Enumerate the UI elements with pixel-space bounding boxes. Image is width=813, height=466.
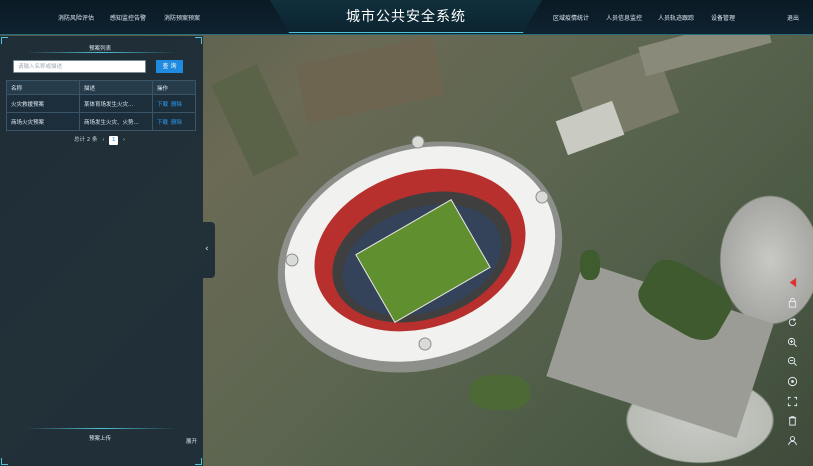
cell-ops: 下载 删除 xyxy=(152,94,196,113)
nav-item-fire-plan[interactable]: 消防预案预案 xyxy=(164,13,200,22)
plan-panel: 预案列表 查 询 名称 描述 操作 火灾救援预案 某体育场发生火灾... 下载删… xyxy=(0,36,203,466)
col-header-name: 名称 xyxy=(6,80,80,95)
cell-desc: 某体育场发生火灾... xyxy=(79,94,153,113)
map-block xyxy=(580,250,600,280)
col-header-desc: 描述 xyxy=(79,80,153,95)
search-button[interactable]: 查 询 xyxy=(156,60,183,73)
nav-item-trajectory[interactable]: 人员轨迹跟踪 xyxy=(658,13,694,22)
panel-title: 预案列表 xyxy=(88,46,111,52)
frame-corner xyxy=(195,37,202,44)
refresh-icon[interactable] xyxy=(784,314,800,330)
map-block xyxy=(295,36,445,124)
cell-desc: 商场发生火灾、火势... xyxy=(79,112,153,131)
col-header-ops: 操作 xyxy=(152,80,196,95)
delete-link[interactable]: 删除 xyxy=(171,120,182,126)
download-link[interactable]: 下载 xyxy=(157,102,168,108)
upload-section-title: 预案上传 xyxy=(88,436,111,442)
nav-item-sensor-alert[interactable]: 感知监控告警 xyxy=(110,13,146,22)
pagination: 总计 2 条 ‹ 1 › xyxy=(74,135,128,145)
target-icon[interactable] xyxy=(784,373,800,389)
cell-name: 火灾救援预案 xyxy=(6,94,80,113)
alert-icon[interactable] xyxy=(784,274,800,290)
nav-item-person-monitor[interactable]: 人员信息监控 xyxy=(606,13,642,22)
zoom-in-icon[interactable] xyxy=(784,334,800,350)
nav-item-epidemic-stats[interactable]: 区域疫情统计 xyxy=(553,13,589,22)
zoom-out-icon[interactable] xyxy=(784,353,800,369)
chevron-left-icon: ‹ xyxy=(205,244,209,254)
stadium-graphic[interactable] xyxy=(270,132,570,377)
download-link[interactable]: 下载 xyxy=(157,120,168,126)
panel-collapse-tab[interactable]: ‹ xyxy=(203,222,215,278)
nav-item-fire-risk[interactable]: 消防风险评估 xyxy=(58,13,94,22)
total-count: 总计 2 条 xyxy=(74,137,98,143)
lock-icon[interactable] xyxy=(784,294,800,310)
fullscreen-icon[interactable] xyxy=(784,393,800,409)
expand-link[interactable]: 展开 xyxy=(186,437,197,445)
top-header: 消防风险评估 感知监控告警 消防预案预案 城市公共安全系统 区域疫情统计 人员信… xyxy=(0,0,813,35)
frame-corner xyxy=(1,458,8,465)
frame-corner xyxy=(1,37,8,44)
current-page[interactable]: 1 xyxy=(109,136,119,145)
delete-link[interactable]: 删除 xyxy=(171,102,182,108)
app-title: 城市公共安全系统 xyxy=(346,9,466,25)
search-input[interactable] xyxy=(13,60,146,73)
cell-name: 商场火灾预案 xyxy=(6,112,80,131)
plan-table: 名称 描述 操作 火灾救援预案 某体育场发生火灾... 下载 删除 商场火灾预案 … xyxy=(6,80,196,131)
trash-icon[interactable] xyxy=(784,412,800,428)
user-icon[interactable] xyxy=(784,432,800,448)
table-row[interactable]: 商场火灾预案 商场发生火灾、火势... 下载 删除 xyxy=(6,112,196,131)
prev-page-button[interactable]: ‹ xyxy=(102,137,104,143)
next-page-button[interactable]: › xyxy=(123,137,125,143)
title-plate: 城市公共安全系统 xyxy=(270,0,542,33)
frame-corner xyxy=(195,458,202,465)
section-divider xyxy=(26,428,176,429)
nav-item-device-mgmt[interactable]: 设备管理 xyxy=(711,13,735,22)
table-header-row: 名称 描述 操作 xyxy=(6,80,196,95)
title-underline xyxy=(26,52,176,53)
map-block xyxy=(470,375,530,410)
exit-link[interactable]: 退出 xyxy=(787,13,799,22)
cell-ops: 下载 删除 xyxy=(152,112,196,131)
table-row[interactable]: 火灾救援预案 某体育场发生火灾... 下载 删除 xyxy=(6,94,196,113)
